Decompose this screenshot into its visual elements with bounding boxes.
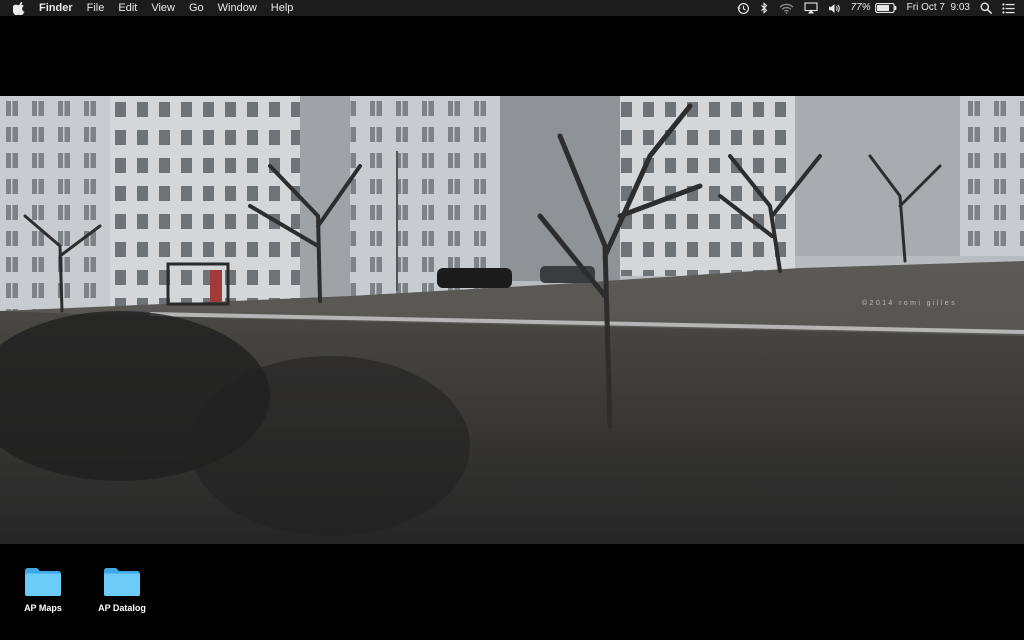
wifi-icon[interactable] [779,3,794,14]
bluetooth-icon[interactable] [760,2,769,14]
folder-icon [104,568,140,596]
menu-help[interactable]: Help [271,0,294,16]
desktop-folder-ap-maps[interactable]: AP Maps [4,567,82,613]
desktop-folder-ap-datalog[interactable]: AP Datalog [83,567,161,613]
menu-bar-left: Finder File Edit View Go Window Help [0,0,307,16]
notification-center-icon[interactable] [1002,2,1015,14]
menu-go[interactable]: Go [189,0,204,16]
battery-icon [874,3,897,13]
menu-bar-status: 77% Fri Oct 7 9:03 [727,0,1024,16]
wallpaper-photo [0,96,1024,544]
menu-file[interactable]: File [87,0,105,16]
desktop-item-label: AP Datalog [98,603,146,613]
airplay-icon[interactable] [804,2,818,14]
menu-app-finder[interactable]: Finder [39,0,73,16]
desktop-wallpaper: ©2014 romi gilles [0,96,1024,544]
menu-view[interactable]: View [151,0,175,16]
volume-icon[interactable] [828,3,841,14]
wallpaper-watermark: ©2014 romi gilles [862,300,957,307]
spotlight-search-icon[interactable] [980,2,992,14]
time-machine-icon[interactable] [737,2,750,15]
apple-logo-icon[interactable] [13,1,25,15]
battery-percent: 77% [850,2,871,13]
menu-window[interactable]: Window [218,0,257,16]
desktop-item-label: AP Maps [24,603,62,613]
menu-edit[interactable]: Edit [118,0,137,16]
menu-clock[interactable]: Fri Oct 7 9:03 [907,0,970,16]
menu-bar: Finder File Edit View Go Window Help 77%… [0,0,1024,16]
folder-icon [25,568,61,596]
battery-status[interactable]: 77% [851,0,897,16]
